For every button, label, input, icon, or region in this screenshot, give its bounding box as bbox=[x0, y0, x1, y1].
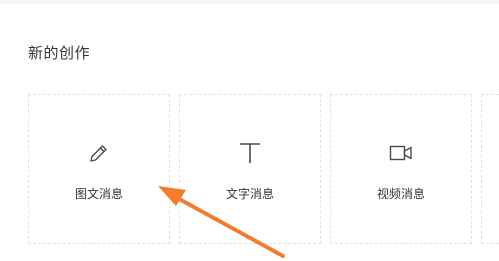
create-text-message-card[interactable]: 文字消息 bbox=[179, 94, 321, 244]
create-image-text-message-card[interactable]: 图文消息 bbox=[28, 94, 170, 244]
create-video-message-card[interactable]: 视频消息 bbox=[330, 94, 472, 244]
pencil-icon bbox=[90, 145, 107, 162]
video-camera-icon bbox=[389, 145, 412, 161]
section-title: 新的创作 bbox=[28, 44, 91, 62]
create-card-partial[interactable] bbox=[481, 94, 499, 244]
text-t-icon bbox=[240, 143, 260, 163]
card-label: 图文消息 bbox=[74, 187, 123, 201]
card-label: 文字消息 bbox=[225, 187, 274, 201]
card-label: 视频消息 bbox=[376, 187, 425, 201]
top-divider-strip bbox=[0, 0, 499, 4]
